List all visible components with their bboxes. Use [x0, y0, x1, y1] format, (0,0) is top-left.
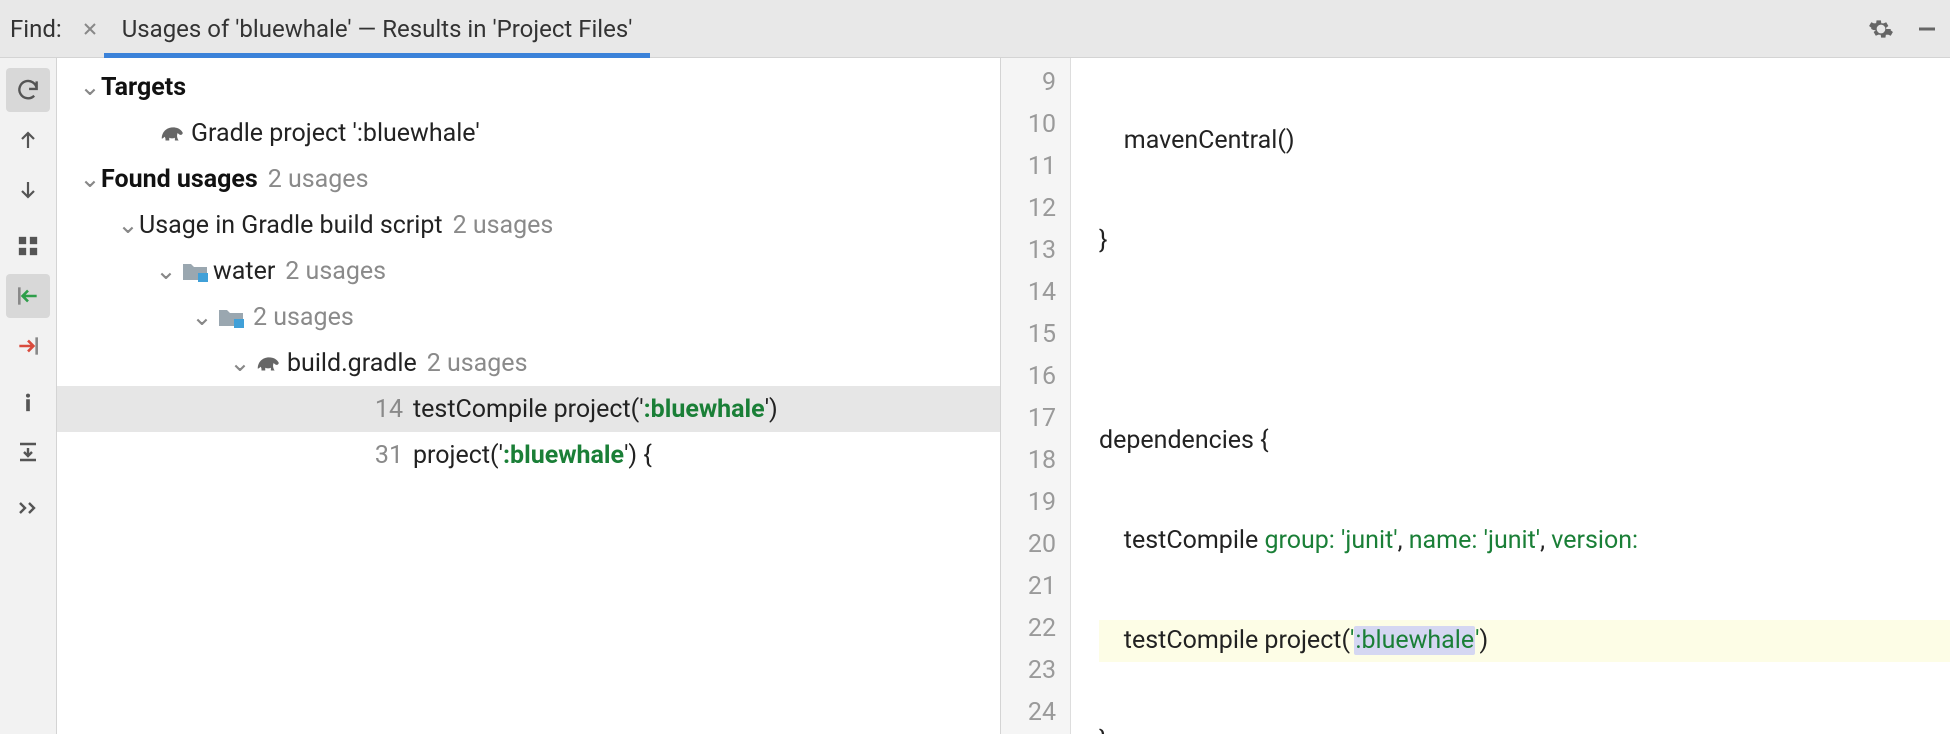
- next-icon[interactable]: [6, 168, 50, 212]
- found-usages-count: 2 usages: [268, 165, 369, 194]
- targets-node[interactable]: ⌄ Targets: [57, 64, 1000, 110]
- usage-group-node[interactable]: ⌄ Usage in Gradle build script 2 usages: [57, 202, 1000, 248]
- usage-group-count: 2 usages: [453, 211, 554, 240]
- usage-line-number: 31: [363, 441, 403, 470]
- file-node[interactable]: ⌄ build.gradle 2 usages: [57, 340, 1000, 386]
- find-results-tab[interactable]: Usages of 'bluewhale' — Results in 'Proj…: [104, 0, 651, 57]
- search-match: :bluewhale: [1354, 626, 1475, 655]
- import-left-icon[interactable]: [6, 274, 50, 318]
- usage-line-number: 14: [363, 395, 403, 424]
- find-header: Find: Usages of 'bluewhale' — Results in…: [0, 0, 1950, 58]
- expand-icon[interactable]: [6, 430, 50, 474]
- file-count: 2 usages: [427, 349, 528, 378]
- usage-line-1[interactable]: 14 testCompile project(':bluewhale'): [57, 386, 1000, 432]
- dir-node[interactable]: ⌄ 2 usages: [57, 294, 1000, 340]
- gutter-line: 10: [1001, 104, 1070, 146]
- gutter-line: 21: [1001, 566, 1070, 608]
- found-usages-node[interactable]: ⌄ Found usages 2 usages: [57, 156, 1000, 202]
- code-line: }: [1099, 220, 1950, 262]
- find-label: Find:: [0, 15, 76, 43]
- gutter-line: 22: [1001, 608, 1070, 650]
- chevron-down-icon: ⌄: [229, 348, 251, 378]
- elephant-icon: [155, 121, 191, 145]
- usage-post: ') {: [624, 441, 652, 470]
- usages-tree[interactable]: ⌄ Targets Gradle project ':bluewhale' ⌄ …: [57, 58, 1001, 734]
- tab-underline: [104, 53, 651, 58]
- code-line: [1099, 320, 1950, 362]
- code-line: dependencies {: [1099, 420, 1950, 462]
- gutter-line: 13: [1001, 230, 1070, 272]
- gutter-line: 24: [1001, 692, 1070, 734]
- prev-icon[interactable]: [6, 118, 50, 162]
- chevron-down-icon: ⌄: [79, 164, 101, 194]
- more-icon[interactable]: [6, 486, 50, 530]
- usage-group-label: Usage in Gradle build script: [139, 211, 443, 240]
- minimize-icon[interactable]: [1904, 6, 1950, 52]
- gear-icon[interactable]: [1858, 6, 1904, 52]
- gutter-line: 15: [1001, 314, 1070, 356]
- code-line-highlighted: testCompile project(':bluewhale'): [1099, 620, 1950, 662]
- dir-count: 2 usages: [253, 303, 354, 332]
- code-preview: 9 10 11 12 13 14 15 16 17 18 19 20 21 22…: [1001, 58, 1950, 734]
- chevron-down-icon: ⌄: [79, 72, 101, 102]
- close-tab-icon[interactable]: [76, 15, 104, 43]
- folder-icon: [177, 260, 213, 282]
- gutter: 9 10 11 12 13 14 15 16 17 18 19 20 21 22…: [1001, 58, 1071, 734]
- gutter-line: 14: [1001, 272, 1070, 314]
- gutter-line: 12: [1001, 188, 1070, 230]
- gutter-line: 16: [1001, 356, 1070, 398]
- module-count: 2 usages: [285, 257, 386, 286]
- code-line: testCompile group: 'junit', name: 'junit…: [1099, 520, 1950, 562]
- file-label: build.gradle: [287, 349, 417, 378]
- targets-label: Targets: [101, 73, 186, 102]
- gutter-line: 19: [1001, 482, 1070, 524]
- gutter-line: 17: [1001, 398, 1070, 440]
- tab-title: Usages of 'bluewhale' — Results in 'Proj…: [122, 15, 633, 43]
- usage-pre: project(': [413, 441, 503, 470]
- gutter-line: 18: [1001, 440, 1070, 482]
- gutter-line: 23: [1001, 650, 1070, 692]
- usage-match: :bluewhale: [503, 441, 624, 470]
- folder-icon: [213, 306, 249, 328]
- usage-match: :bluewhale: [644, 395, 765, 424]
- elephant-icon: [251, 351, 287, 375]
- gutter-line: 20: [1001, 524, 1070, 566]
- gradle-project-label: Gradle project ':bluewhale': [191, 119, 480, 148]
- code-body[interactable]: mavenCentral() } dependencies { testComp…: [1071, 58, 1950, 734]
- info-icon[interactable]: [6, 380, 50, 424]
- module-label: water: [213, 257, 275, 286]
- rerun-icon[interactable]: [6, 68, 50, 112]
- code-line: }: [1099, 720, 1950, 734]
- gradle-project-node[interactable]: Gradle project ':bluewhale': [57, 110, 1000, 156]
- usage-post: '): [765, 395, 778, 424]
- found-usages-label: Found usages: [101, 165, 258, 194]
- usage-pre: testCompile project(': [413, 395, 644, 424]
- module-node[interactable]: ⌄ water 2 usages: [57, 248, 1000, 294]
- gutter-line: 9: [1001, 62, 1070, 104]
- find-toolbar: [0, 58, 57, 734]
- usage-line-2[interactable]: 31 project(':bluewhale') {: [57, 432, 1000, 478]
- group-icon[interactable]: [6, 224, 50, 268]
- code-line: mavenCentral(): [1099, 120, 1950, 162]
- import-right-icon[interactable]: [6, 324, 50, 368]
- gutter-line: 11: [1001, 146, 1070, 188]
- chevron-down-icon: ⌄: [155, 256, 177, 286]
- chevron-down-icon: ⌄: [117, 210, 139, 240]
- chevron-down-icon: ⌄: [191, 302, 213, 332]
